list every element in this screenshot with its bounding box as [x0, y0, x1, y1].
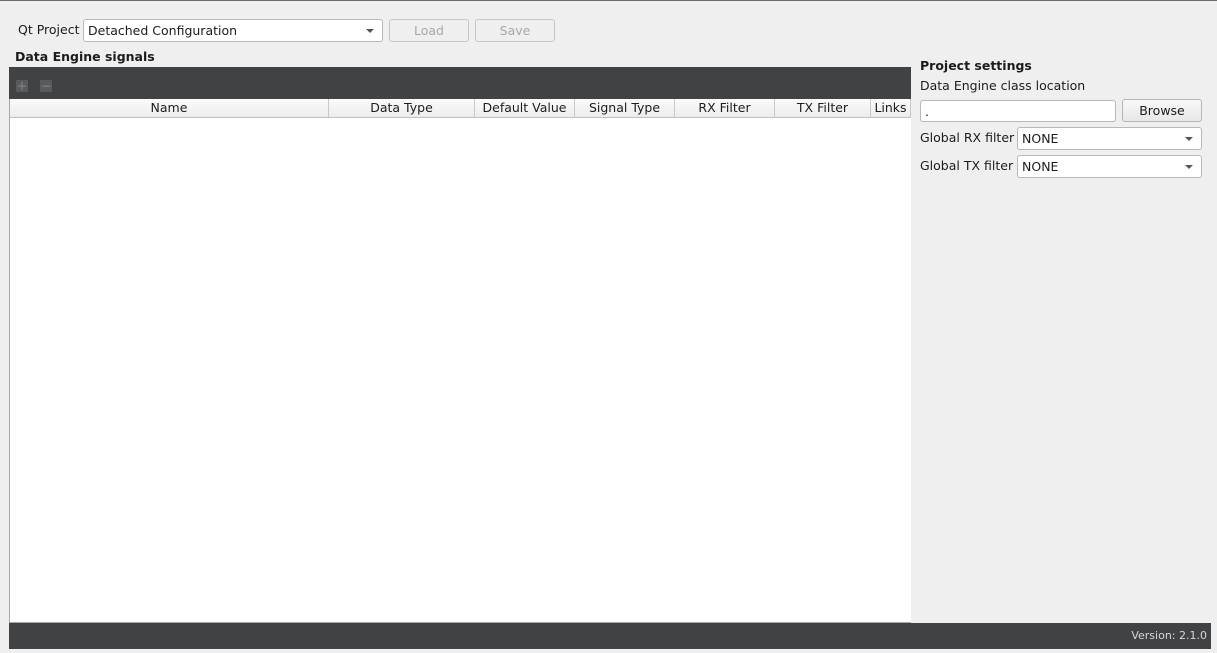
save-button[interactable]: Save [475, 19, 555, 42]
column-header-links[interactable]: Links [871, 99, 911, 117]
qt-project-label: Qt Project [18, 22, 80, 37]
column-header-rx-filter[interactable]: RX Filter [675, 99, 775, 117]
signals-table[interactable]: Name Data Type Default Value Signal Type… [9, 99, 911, 623]
tx-filter-combobox[interactable]: NONE [1017, 155, 1202, 178]
table-header: Name Data Type Default Value Signal Type… [10, 99, 911, 118]
signals-toolbar: + − [9, 67, 911, 99]
rx-filter-label: Global RX filter [920, 130, 1015, 145]
rx-filter-value: NONE [1022, 131, 1059, 146]
version-label: Version: 2.1.0 [1131, 629, 1207, 642]
class-location-input[interactable]: . [920, 100, 1116, 122]
class-location-value: . [925, 103, 929, 119]
class-location-label: Data Engine class location [920, 78, 1086, 93]
settings-title: Project settings [920, 58, 1032, 73]
column-header-name[interactable]: Name [10, 99, 329, 117]
column-header-signal-type[interactable]: Signal Type [575, 99, 675, 117]
chevron-down-icon [1185, 164, 1193, 169]
tx-filter-label: Global TX filter [920, 158, 1014, 173]
column-header-tx-filter[interactable]: TX Filter [775, 99, 871, 117]
rx-filter-combobox[interactable]: NONE [1017, 127, 1202, 150]
qt-project-combobox[interactable]: Detached Configuration [83, 19, 383, 42]
column-header-data-type[interactable]: Data Type [329, 99, 475, 117]
signals-title: Data Engine signals [15, 49, 155, 64]
column-header-default-value[interactable]: Default Value [475, 99, 575, 117]
minus-icon[interactable]: − [40, 80, 52, 92]
chevron-down-icon [1185, 136, 1193, 141]
tx-filter-value: NONE [1022, 159, 1059, 174]
browse-button[interactable]: Browse [1122, 99, 1202, 122]
plus-icon[interactable]: + [16, 80, 28, 92]
load-button[interactable]: Load [389, 19, 469, 42]
qt-project-selected: Detached Configuration [88, 23, 238, 38]
chevron-down-icon [366, 28, 374, 33]
status-bar: Version: 2.1.0 [9, 623, 1211, 649]
